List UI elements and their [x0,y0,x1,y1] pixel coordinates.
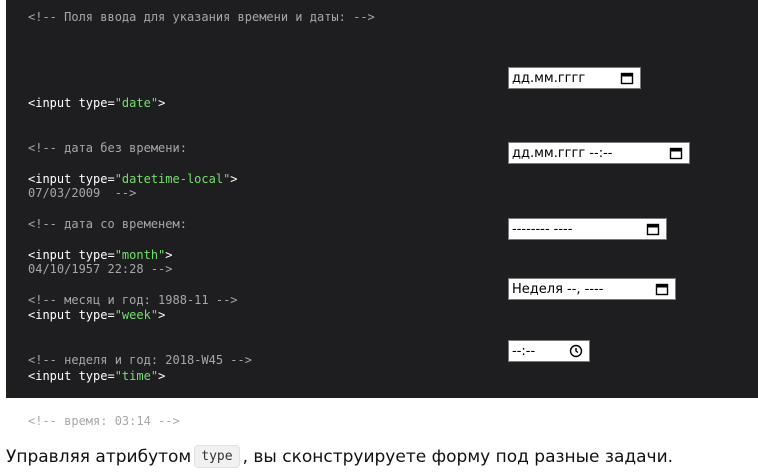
type-value: "datetime-local" [114,172,231,186]
time-input[interactable]: --:-- [508,340,590,362]
type-attribute-code: type [194,445,240,468]
description-text: Управляя атрибутом type , вы сконструиру… [6,445,673,468]
week-input[interactable]: Неделя --, ---- [508,278,676,300]
datetime-local-input-text: дд.мм.гггг --:-- [512,145,613,161]
date-input-text: дд.мм.гггг [512,70,586,86]
calendar-icon[interactable] [669,146,683,160]
description-after: , вы сконструируете форму под разные зад… [242,446,674,467]
calendar-icon[interactable] [620,71,634,85]
calendar-icon[interactable] [655,282,669,296]
code-block-time: <input type="time"> <!-- время: 03:14 --… [28,339,180,459]
date-input[interactable]: дд.мм.гггг [508,67,641,89]
tag-close: > [158,369,166,383]
tag-open: <input type= [28,96,115,110]
tag-open: <input type= [28,172,115,186]
month-input-text: -------- ---- [512,221,573,237]
time-input-text: --:-- [512,343,536,359]
tag-open: <input type= [28,308,115,322]
week-input-text: Неделя --, ---- [512,281,604,297]
tag-close: > [158,308,166,322]
code-example-panel: <!-- Поля ввода для указания времени и д… [6,0,758,428]
month-input[interactable]: -------- ---- [508,218,667,240]
clock-icon[interactable] [569,344,583,358]
calendar-icon[interactable] [646,222,660,236]
tag-close: > [158,96,166,110]
tag-open: <input type= [28,369,115,383]
tag-close: > [165,248,173,262]
tag-close: > [230,172,238,186]
tag-open: <input type= [28,248,115,262]
description-before: Управляя атрибутом [6,446,192,467]
type-value: "time" [114,369,159,383]
type-value: "month" [114,248,166,262]
type-value: "week" [114,308,159,322]
code-comment: <!-- время: 03:14 --> [28,414,180,428]
datetime-local-input[interactable]: дд.мм.гггг --:-- [508,142,690,164]
type-value: "date" [114,96,159,110]
header-comment: <!-- Поля ввода для указания времени и д… [28,10,375,24]
